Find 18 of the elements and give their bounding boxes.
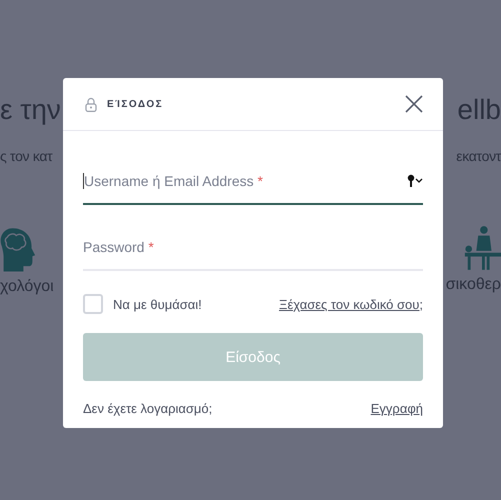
page-heading: ε την	[0, 94, 61, 126]
page-heading: ellb	[457, 94, 501, 126]
no-account-text: Δεν έχετε λογαριασμό;	[83, 401, 212, 416]
category-label: σικοθερ	[446, 276, 501, 294]
dialog-title: ΕΊΣΟΔΟΣ	[107, 98, 164, 110]
remember-label: Να με θυμάσαι!	[113, 296, 203, 312]
input-field[interactable]: Username ή Email Address *	[83, 159, 423, 205]
page-subheading: ς τον κατ	[0, 148, 52, 164]
category-label: χολόγοι	[0, 278, 54, 296]
page-subheading: εκατοντ	[456, 148, 501, 164]
close-button[interactable]	[405, 95, 423, 113]
input-field[interactable]: Password *	[83, 225, 423, 271]
remember-checkbox[interactable]	[83, 294, 103, 314]
register-link[interactable]: Εγγραφή	[370, 401, 423, 416]
lock-icon	[85, 96, 97, 112]
key-icon[interactable]	[407, 174, 423, 188]
massage-table-icon	[463, 226, 501, 270]
forgot-password-link[interactable]: Ξέχασες τον κωδικό σου;	[279, 296, 423, 312]
